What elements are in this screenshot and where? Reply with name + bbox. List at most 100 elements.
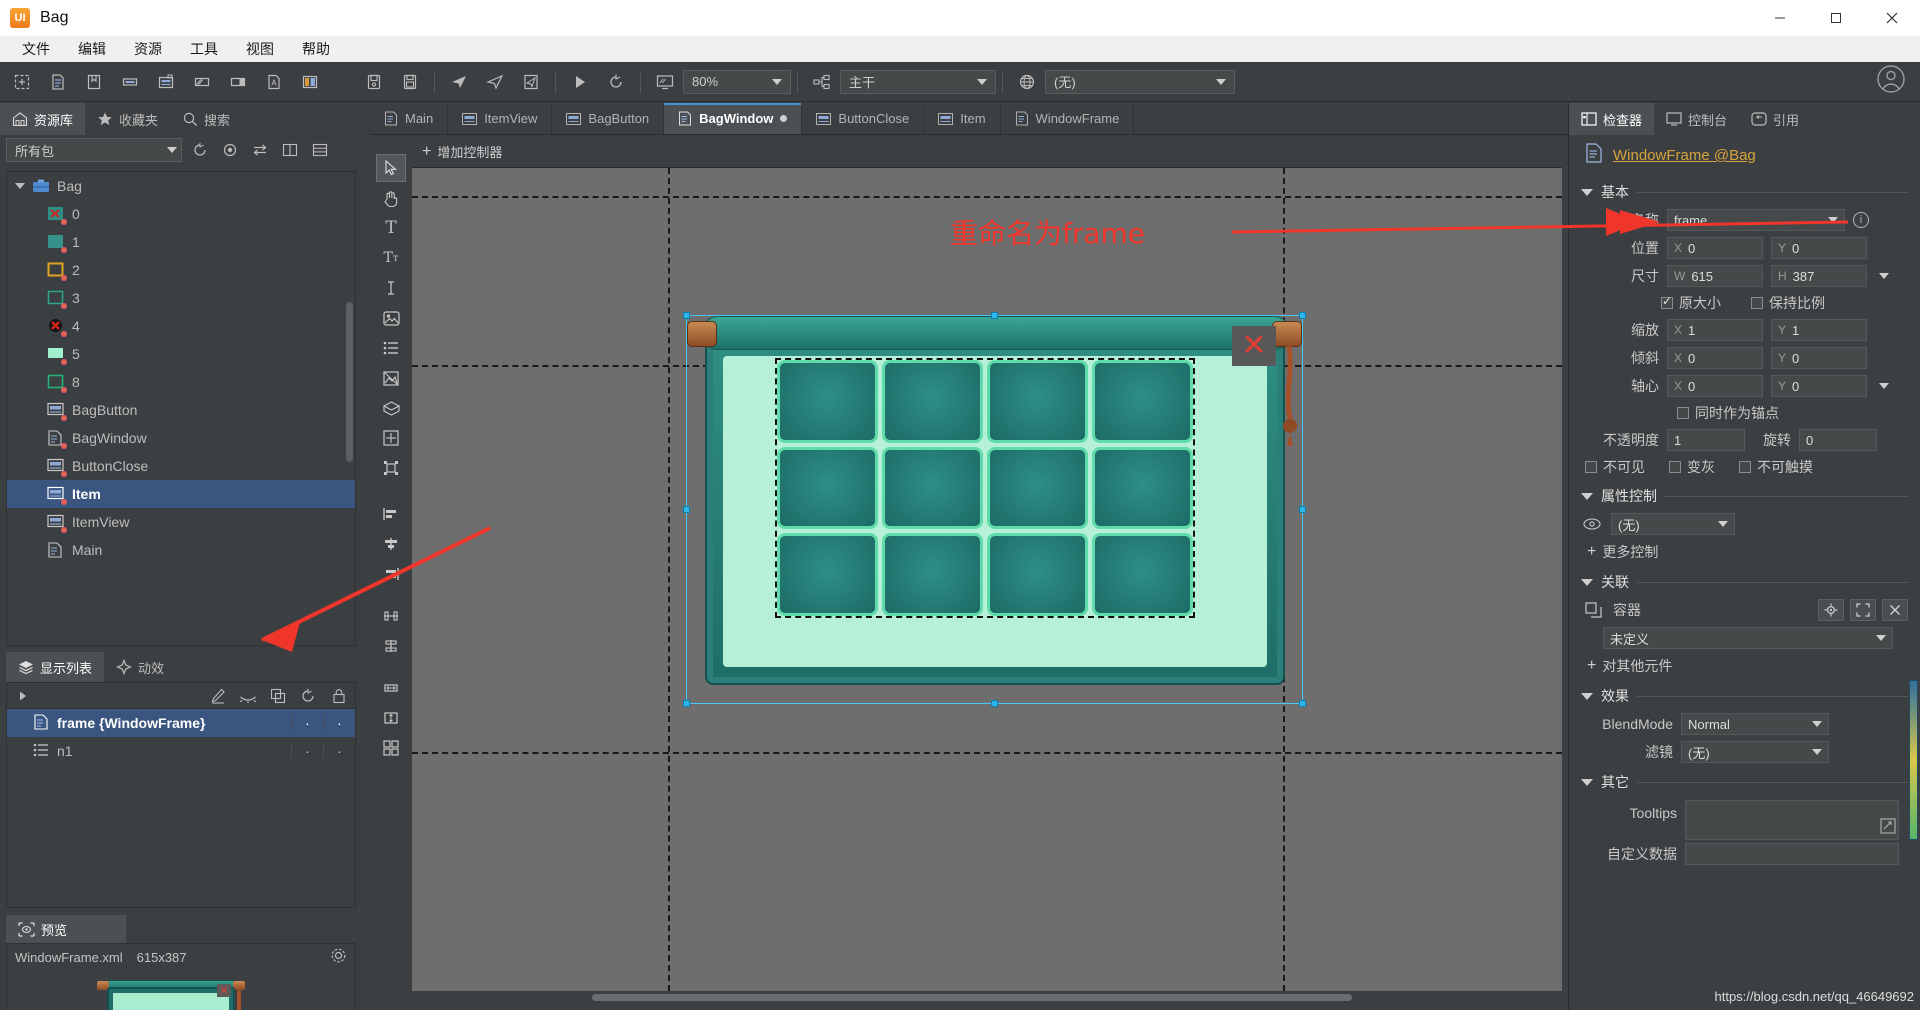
stage-windowframe[interactable]: ✕ — [683, 312, 1306, 707]
tab-itemview[interactable]: ItemView — [448, 103, 553, 134]
pivot-y-input[interactable]: Y0 — [1771, 375, 1867, 397]
tab-buttonclose[interactable]: ButtonClose — [802, 103, 925, 134]
maximize-button[interactable] — [1808, 0, 1864, 36]
resize-handle-nw[interactable] — [683, 312, 690, 319]
list-item[interactable]: frame {WindowFrame} · · — [7, 709, 355, 737]
scale-x-input[interactable]: X1 — [1667, 319, 1763, 341]
size-h-input[interactable]: H 387 — [1771, 265, 1867, 287]
gradient-icon[interactable] — [186, 67, 218, 97]
tab-reference[interactable]: 引用 — [1739, 103, 1811, 135]
size-w-input[interactable]: W 615 — [1667, 265, 1763, 287]
document-icon[interactable] — [42, 67, 74, 97]
hand-icon[interactable] — [376, 184, 406, 212]
resize-handle-n[interactable] — [991, 312, 998, 319]
group-icon[interactable] — [376, 454, 406, 482]
input-icon[interactable] — [376, 274, 406, 302]
size-w-icon[interactable] — [376, 674, 406, 702]
menu-resource[interactable]: 资源 — [120, 36, 176, 62]
gear-icon[interactable] — [330, 947, 347, 967]
save-icon[interactable] — [358, 67, 390, 97]
tab-inspector[interactable]: 检查器 — [1569, 103, 1655, 135]
close-icon[interactable] — [1882, 599, 1908, 621]
minimize-button[interactable] — [1752, 0, 1808, 36]
monitor-icon[interactable] — [649, 67, 681, 97]
display-list[interactable]: frame {WindowFrame} · · n1 · · — [6, 709, 356, 908]
pivot-expand-chevron-down-icon[interactable] — [1879, 383, 1889, 389]
target-icon[interactable] — [1818, 599, 1844, 621]
tab-animation[interactable]: 动效 — [104, 652, 176, 682]
list-item-col1[interactable]: · — [291, 715, 323, 731]
resize-handle-e[interactable] — [1299, 506, 1306, 513]
list-item-col2[interactable]: · — [323, 715, 355, 731]
tab-favorites[interactable]: 收藏夹 — [85, 103, 170, 135]
lock-icon[interactable] — [323, 688, 355, 704]
grid-icon[interactable] — [376, 734, 406, 762]
eye-off-icon[interactable] — [233, 689, 263, 703]
info-icon[interactable]: i — [1853, 212, 1869, 228]
refresh-icon[interactable] — [293, 688, 323, 704]
inspector-object-title[interactable]: WindowFrame @Bag — [1613, 147, 1756, 164]
opacity-input[interactable]: 1 — [1667, 429, 1745, 451]
tree-row-2[interactable]: 2 — [7, 256, 355, 284]
blendmode-combo[interactable]: Normal — [1681, 713, 1829, 735]
tooltips-input[interactable] — [1685, 800, 1899, 840]
rich-text-icon[interactable]: Tт — [376, 244, 406, 272]
inspector-scrollbar[interactable] — [1909, 680, 1918, 840]
original-size-checkbox[interactable] — [1661, 294, 1673, 309]
resize-handle-w[interactable] — [683, 506, 690, 513]
bookmark-icon[interactable] — [78, 67, 110, 97]
text-asset-icon[interactable]: A — [258, 67, 290, 97]
split-icon[interactable] — [222, 67, 254, 97]
tab-library[interactable]: 资源库 — [0, 103, 86, 135]
tab-bagbutton[interactable]: BagButton — [552, 103, 665, 134]
refresh-icon[interactable] — [600, 67, 632, 97]
list-item[interactable]: n1 · · — [7, 737, 355, 765]
list-item-col2[interactable]: · — [323, 743, 355, 759]
edit-icon[interactable] — [1880, 818, 1896, 837]
sort-icon[interactable] — [248, 139, 272, 161]
tree-row-0[interactable]: 0 — [7, 200, 355, 228]
tree-row-itemview[interactable]: ItemView — [7, 508, 355, 536]
tree-row-8[interactable]: 8 — [7, 368, 355, 396]
text-icon[interactable]: T — [376, 214, 406, 242]
section-relation[interactable]: 关联 — [1569, 566, 1920, 596]
dist-h-icon[interactable] — [376, 602, 406, 630]
tree-row-bag[interactable]: Bag — [7, 172, 355, 200]
tree-row-main[interactable]: Main — [7, 536, 355, 564]
tab-windowframe[interactable]: WindowFrame — [1001, 103, 1135, 134]
save-all-icon[interactable] — [394, 67, 426, 97]
align-right-icon[interactable] — [376, 560, 406, 588]
dist-v-icon[interactable] — [376, 632, 406, 660]
zoom-combo[interactable]: 80% — [683, 69, 791, 94]
section-property-control[interactable]: 属性控制 — [1569, 480, 1920, 510]
position-y-input[interactable]: Y0 — [1771, 237, 1867, 259]
section-other[interactable]: 其它 — [1569, 766, 1920, 796]
skew-y-input[interactable]: Y0 — [1771, 347, 1867, 369]
custom-data-input[interactable] — [1685, 843, 1899, 865]
account-icon[interactable] — [1876, 64, 1906, 99]
movie-icon[interactable] — [376, 394, 406, 422]
branch-combo[interactable]: 主干 — [840, 69, 996, 94]
tree-row-bagwindow[interactable]: BagWindow — [7, 424, 355, 452]
list-icon[interactable] — [308, 139, 332, 161]
chevron-down-icon[interactable] — [15, 183, 25, 189]
property-control-combo[interactable]: (无) — [1611, 513, 1735, 535]
size-h-icon[interactable] — [376, 704, 406, 732]
tree-row-buttonclose[interactable]: ButtonClose — [7, 452, 355, 480]
skew-x-input[interactable]: X0 — [1667, 347, 1763, 369]
menu-view[interactable]: 视图 — [232, 36, 288, 62]
fullscreen-icon[interactable] — [1850, 599, 1876, 621]
duplicate-icon[interactable] — [263, 688, 293, 704]
tree-row-5[interactable]: 5 — [7, 340, 355, 368]
keep-ratio-checkbox[interactable] — [1751, 297, 1763, 309]
anchor-checkbox[interactable] — [1677, 407, 1689, 419]
rect-icon[interactable] — [114, 67, 146, 97]
tree-row-bagbutton[interactable]: BagButton — [7, 396, 355, 424]
section-basic[interactable]: 基本 — [1569, 176, 1920, 206]
tab-bagwindow[interactable]: BagWindow — [664, 103, 803, 134]
rotation-input[interactable]: 0 — [1799, 429, 1877, 451]
gray-checkbox[interactable] — [1669, 461, 1681, 473]
new-file-icon[interactable] — [6, 67, 38, 97]
other-element-button[interactable]: + 对其他元件 — [1569, 652, 1920, 680]
expand-icon[interactable] — [7, 690, 39, 702]
